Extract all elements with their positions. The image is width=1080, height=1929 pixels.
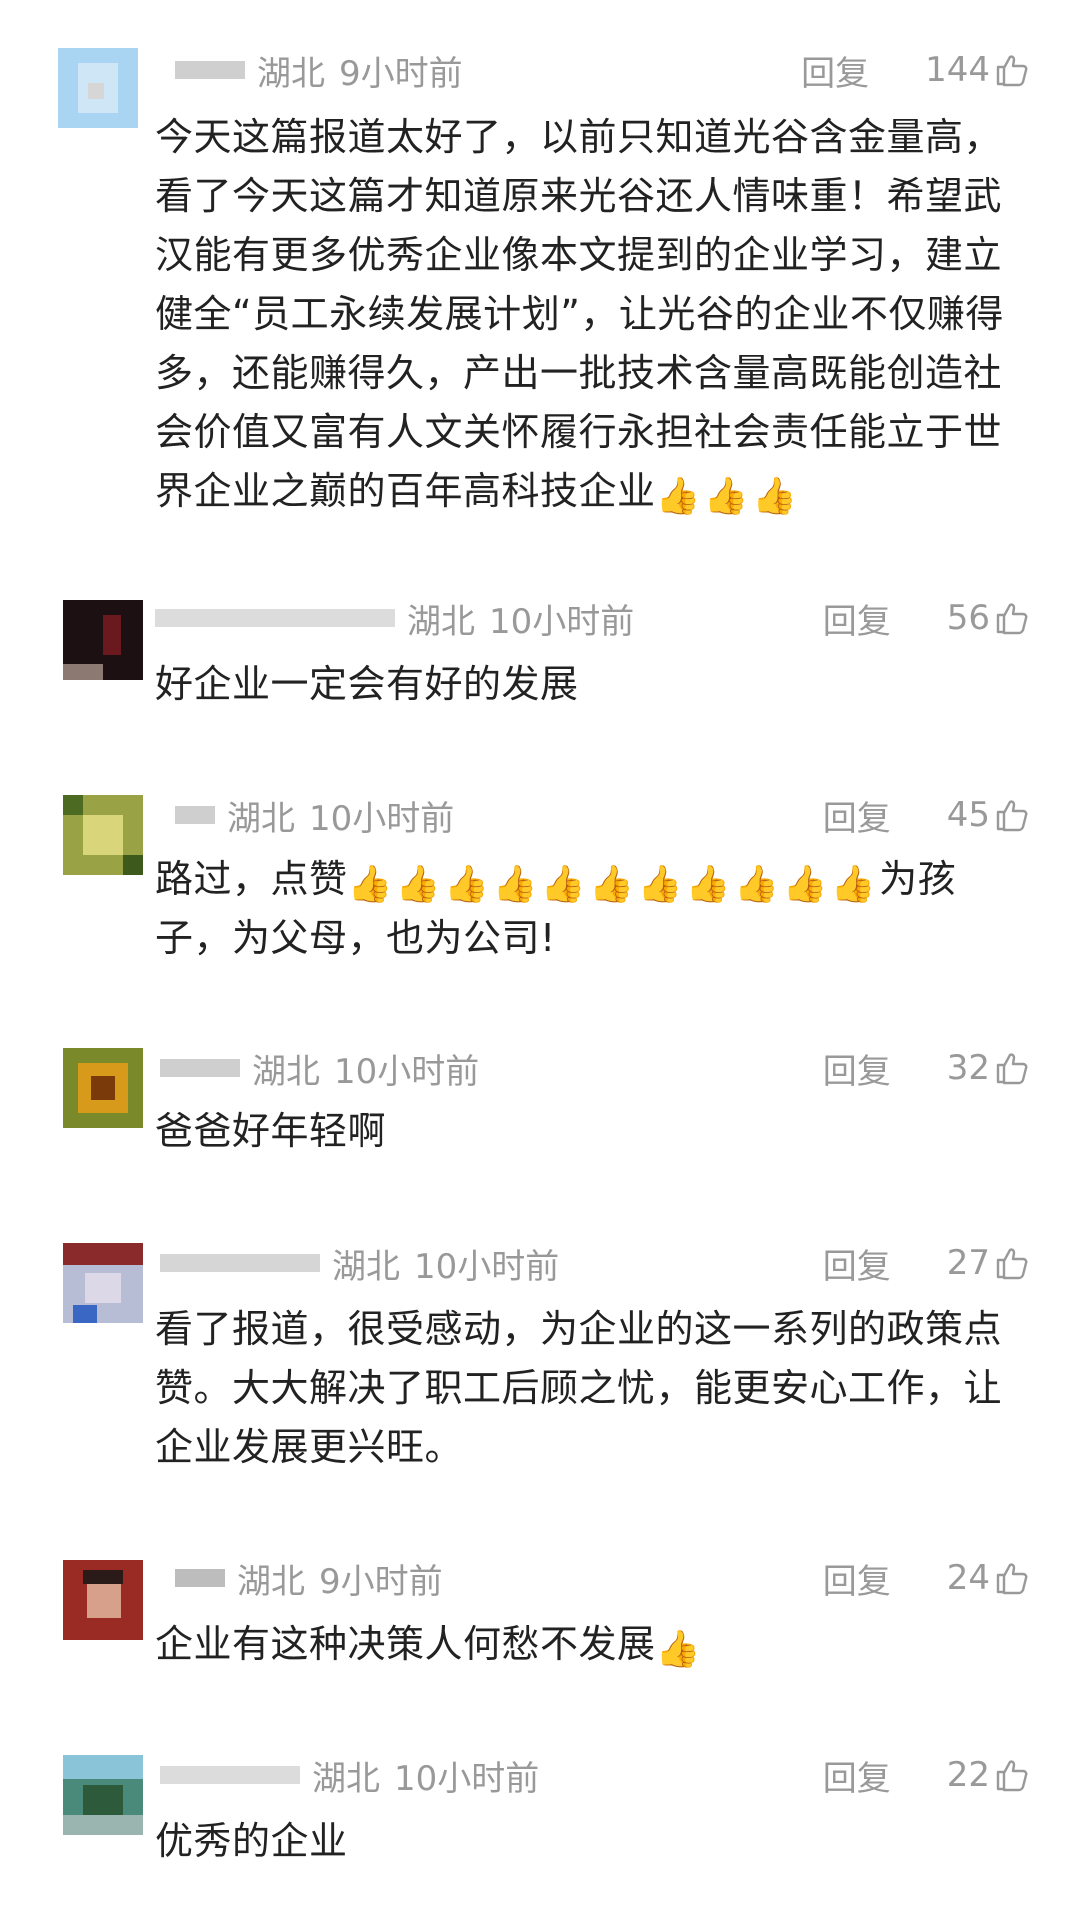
avatar[interactable] <box>58 48 138 128</box>
blurred-username[interactable] <box>160 1059 240 1077</box>
like-count: 27 <box>946 1243 990 1283</box>
blurred-username[interactable] <box>175 806 215 824</box>
thumb-emoji-icon: 👍 <box>655 476 701 517</box>
blurred-username[interactable] <box>155 609 395 627</box>
time-label: 10小时前 <box>334 1051 480 1092</box>
comment-actions: 回复 56 <box>823 593 1030 643</box>
like-count: 32 <box>946 1048 990 1088</box>
comment-actions: 回复 32 <box>823 1043 1030 1093</box>
comment-text: 好企业一定会有好的发展 <box>155 655 1015 714</box>
comment-meta: 湖北 10小时前 <box>160 1043 479 1093</box>
thumb-up-outline-icon[interactable] <box>994 600 1030 636</box>
reply-button[interactable]: 回复 <box>823 594 891 643</box>
thumb-emoji-icon: 👍 <box>395 864 442 905</box>
thumb-up-outline-icon[interactable] <box>994 797 1030 833</box>
blurred-username[interactable] <box>160 1254 320 1272</box>
reply-button[interactable]: 回复 <box>823 1239 891 1288</box>
comment-text-part: 优秀的企业 <box>155 1819 348 1863</box>
thumb-up-outline-icon[interactable] <box>994 52 1030 88</box>
comment-text: 优秀的企业 <box>155 1812 1015 1871</box>
comment-actions: 回复 24 <box>823 1553 1030 1603</box>
thumb-emoji-icon: 👍 <box>444 864 490 905</box>
time-label: 9小时前 <box>319 1561 443 1602</box>
thumb-up-outline-icon[interactable] <box>994 1245 1030 1281</box>
avatar[interactable] <box>63 600 143 680</box>
comment-text-part: 企业有这种决策人何愁不发展 <box>155 1622 656 1666</box>
thumb-emoji-icon: 👍 <box>347 864 393 905</box>
like-count: 24 <box>946 1558 990 1598</box>
comment-meta: 湖北 9小时前 <box>175 45 463 95</box>
comment-actions: 回复 27 <box>823 1238 1030 1288</box>
comment-text-part: 好企业一定会有好的发展 <box>155 662 579 706</box>
avatar[interactable] <box>63 1243 143 1323</box>
reply-button[interactable]: 回复 <box>823 1751 891 1800</box>
reply-button[interactable]: 回复 <box>823 1044 891 1093</box>
thumb-up-outline-icon[interactable] <box>994 1050 1030 1086</box>
reply-button[interactable]: 回复 <box>823 1554 891 1603</box>
location-label: 湖北 <box>257 53 325 94</box>
time-label: 10小时前 <box>309 798 455 839</box>
blurred-username[interactable] <box>160 1766 300 1784</box>
comment-meta: 湖北 10小时前 <box>160 1238 559 1288</box>
comment-actions: 回复 22 <box>823 1750 1030 1800</box>
comment-meta: 湖北 10小时前 <box>160 1750 539 1800</box>
avatar[interactable] <box>63 1560 143 1640</box>
thumb-emoji-icon: 👍 <box>830 864 877 905</box>
time-label: 10小时前 <box>414 1246 560 1287</box>
like-count: 45 <box>946 795 990 835</box>
thumb-emoji-icon: 👍 <box>685 864 732 905</box>
comment-text: 企业有这种决策人何愁不发展👍 <box>155 1615 1015 1674</box>
location-label: 湖北 <box>332 1246 400 1287</box>
comment-text-part: 路过，点赞 <box>155 857 348 901</box>
comment-actions: 回复 144 <box>801 45 1030 95</box>
thumb-up-outline-icon[interactable] <box>994 1757 1030 1793</box>
time-label: 9小时前 <box>339 53 463 94</box>
reply-button[interactable]: 回复 <box>801 46 869 95</box>
location-label: 湖北 <box>237 1561 305 1602</box>
thumb-emoji-icon: 👍 <box>589 864 635 905</box>
location-label: 湖北 <box>227 798 295 839</box>
thumb-emoji-icon: 👍 <box>752 476 798 517</box>
thumb-emoji-icon: 👍 <box>540 864 587 905</box>
comment-text: 爸爸好年轻啊 <box>155 1102 1015 1161</box>
thumb-emoji-icon: 👍 <box>492 864 538 905</box>
avatar[interactable] <box>63 795 143 875</box>
comment-meta: 湖北 9小时前 <box>175 1553 443 1603</box>
comment-text: 路过，点赞👍👍👍👍👍👍👍👍👍👍👍为孩子，为父母，也为公司! <box>155 850 1015 968</box>
like-count: 56 <box>946 598 990 638</box>
location-label: 湖北 <box>312 1758 380 1799</box>
comment-meta: 湖北 10小时前 <box>175 790 454 840</box>
comment-text: 看了报道，很受感动，为企业的这一系列的政策点赞。大大解决了职工后顾之忧，能更安心… <box>155 1300 1015 1477</box>
like-count: 144 <box>925 50 990 90</box>
location-label: 湖北 <box>252 1051 320 1092</box>
comment-text: 今天这篇报道太好了，以前只知道光谷含金量高，看了今天这篇才知道原来光谷还人情味重… <box>155 108 1015 521</box>
location-label: 湖北 <box>407 601 475 642</box>
thumb-emoji-group: 👍👍👍👍👍👍👍👍👍👍👍 <box>347 857 880 905</box>
comment-text-part: 今天这篇报道太好了，以前只知道光谷含金量高，看了今天这篇才知道原来光谷还人情味重… <box>155 115 1004 513</box>
thumb-emoji-icon: 👍 <box>703 476 750 517</box>
comment-text-part: 看了报道，很受感动，为企业的这一系列的政策点赞。大大解决了职工后顾之忧，能更安心… <box>155 1307 1003 1469</box>
reply-button[interactable]: 回复 <box>823 791 891 840</box>
avatar[interactable] <box>63 1048 143 1128</box>
thumb-emoji-group: 👍👍👍 <box>655 469 801 517</box>
thumb-emoji-icon: 👍 <box>782 864 828 905</box>
thumb-up-outline-icon[interactable] <box>994 1560 1030 1596</box>
blurred-username[interactable] <box>175 1569 225 1587</box>
comment-meta: 湖北 10小时前 <box>155 593 634 643</box>
blurred-username[interactable] <box>175 61 245 79</box>
time-label: 10小时前 <box>489 601 635 642</box>
thumb-emoji-icon: 👍 <box>637 864 683 905</box>
like-count: 22 <box>946 1755 990 1795</box>
thumb-emoji-icon: 👍 <box>734 864 780 905</box>
comment-text-part: 爸爸好年轻啊 <box>155 1109 387 1153</box>
time-label: 10小时前 <box>394 1758 540 1799</box>
comment-actions: 回复 45 <box>823 790 1030 840</box>
thumb-emoji-icon: 👍 <box>655 1629 701 1670</box>
avatar[interactable] <box>63 1755 143 1835</box>
